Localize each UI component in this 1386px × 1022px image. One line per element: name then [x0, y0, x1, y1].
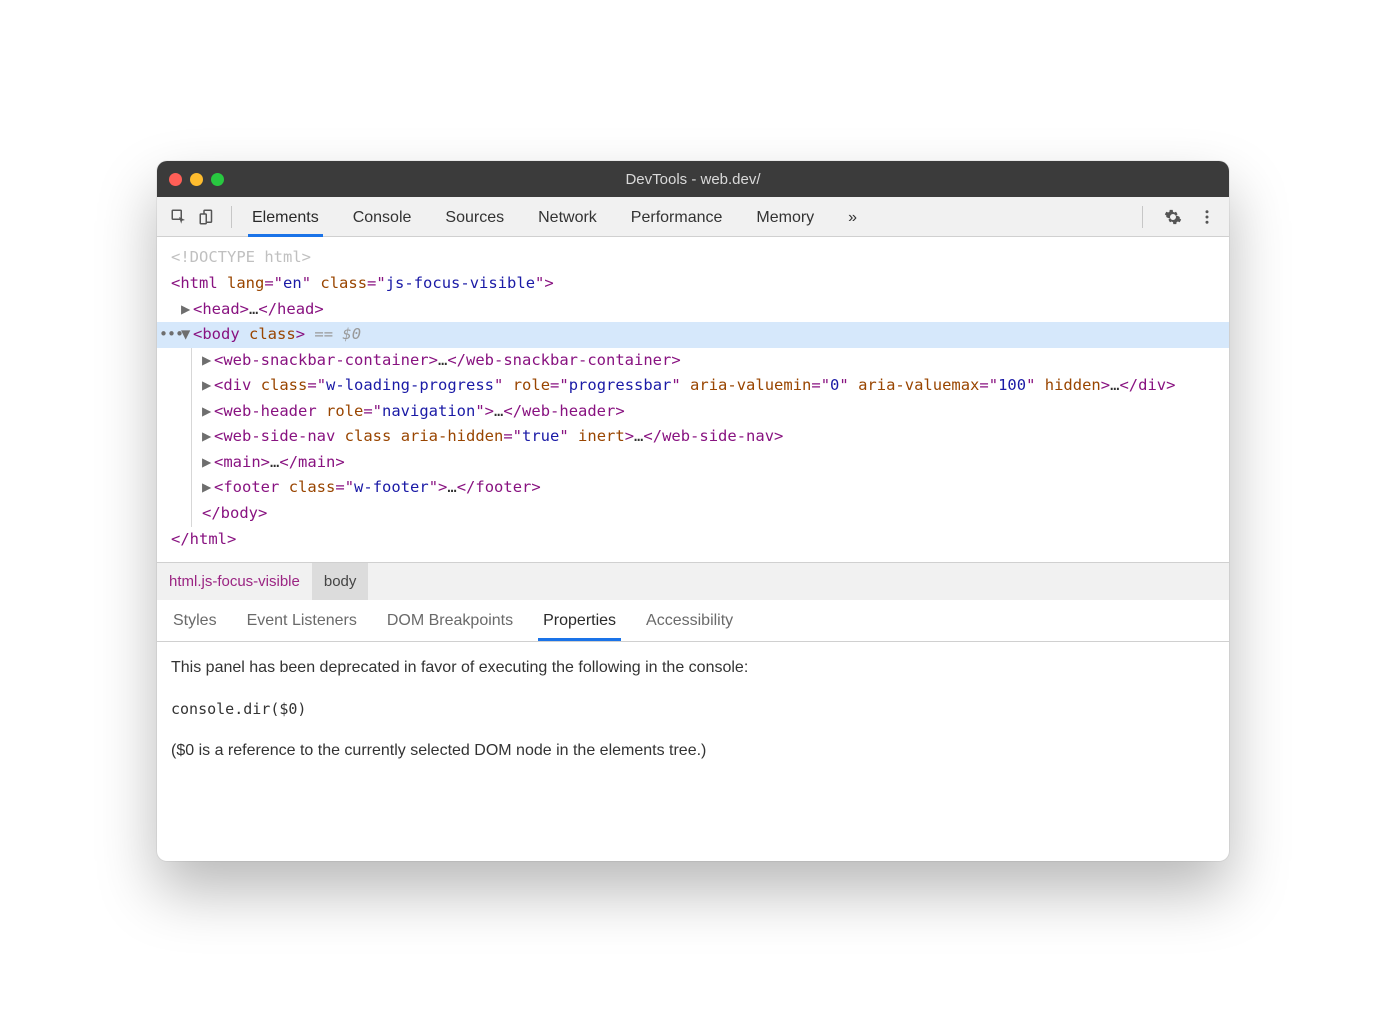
- inspect-element-icon[interactable]: [165, 203, 193, 231]
- dom-head[interactable]: ▶<head>…</head>: [157, 297, 1229, 323]
- deprecation-message-2: ($0 is a reference to the currently sele…: [171, 739, 1215, 763]
- toolbar-divider-right: [1142, 206, 1143, 228]
- tab-elements[interactable]: Elements: [250, 199, 321, 235]
- tab-performance[interactable]: Performance: [629, 199, 725, 235]
- dom-html-close[interactable]: </html>: [157, 527, 1229, 553]
- breadcrumb-body[interactable]: body: [312, 563, 369, 600]
- minimize-window-button[interactable]: [190, 173, 203, 186]
- window-titlebar: DevTools - web.dev/: [157, 161, 1229, 197]
- dom-body-close[interactable]: </body>: [196, 501, 1229, 527]
- tab-memory[interactable]: Memory: [754, 199, 816, 235]
- window-title: DevTools - web.dev/: [625, 171, 760, 188]
- traffic-lights: [169, 173, 224, 186]
- close-window-button[interactable]: [169, 173, 182, 186]
- main-toolbar: Elements Console Sources Network Perform…: [157, 197, 1229, 237]
- dom-body-children: ▶<web-snackbar-container>…</web-snackbar…: [191, 348, 1229, 527]
- subtab-dom-breakpoints[interactable]: DOM Breakpoints: [385, 602, 515, 640]
- dom-body-open[interactable]: •••▼<body class> == $0: [157, 322, 1229, 348]
- deprecation-message-1: This panel has been deprecated in favor …: [171, 656, 1215, 680]
- tab-network[interactable]: Network: [536, 199, 599, 235]
- deprecation-code: console.dir($0): [171, 698, 1215, 721]
- toolbar-right: [1132, 203, 1221, 231]
- subtab-event-listeners[interactable]: Event Listeners: [245, 602, 359, 640]
- tab-sources[interactable]: Sources: [443, 199, 506, 235]
- dom-web-header[interactable]: ▶<web-header role="navigation">…</web-he…: [196, 399, 1229, 425]
- dom-footer[interactable]: ▶<footer class="w-footer">…</footer>: [196, 475, 1229, 501]
- kebab-menu-icon[interactable]: [1193, 203, 1221, 231]
- dom-tree-panel[interactable]: <!DOCTYPE html> <html lang="en" class="j…: [157, 237, 1229, 562]
- devtools-window: DevTools - web.dev/ Elements Console Sou…: [157, 161, 1229, 860]
- dom-doctype[interactable]: <!DOCTYPE html>: [157, 245, 1229, 271]
- device-toolbar-icon[interactable]: [193, 203, 221, 231]
- sidebar-tabs: Styles Event Listeners DOM Breakpoints P…: [157, 600, 1229, 642]
- maximize-window-button[interactable]: [211, 173, 224, 186]
- breadcrumb-html[interactable]: html.js-focus-visible: [157, 563, 312, 600]
- tab-more[interactable]: »: [846, 199, 859, 235]
- selected-line-indicator-icon: •••: [159, 322, 183, 347]
- dom-html-open[interactable]: <html lang="en" class="js-focus-visible"…: [157, 271, 1229, 297]
- subtab-styles[interactable]: Styles: [171, 602, 219, 640]
- subtab-properties[interactable]: Properties: [541, 602, 618, 640]
- gear-icon[interactable]: [1159, 203, 1187, 231]
- properties-panel: This panel has been deprecated in favor …: [157, 642, 1229, 861]
- subtab-accessibility[interactable]: Accessibility: [644, 602, 735, 640]
- tab-console[interactable]: Console: [351, 199, 414, 235]
- breadcrumb: html.js-focus-visible body: [157, 562, 1229, 600]
- dom-loading-div[interactable]: ▶<div class="w-loading-progress" role="p…: [196, 373, 1229, 399]
- dom-web-side-nav[interactable]: ▶<web-side-nav class aria-hidden="true" …: [196, 424, 1229, 450]
- main-tabs: Elements Console Sources Network Perform…: [250, 199, 859, 235]
- dom-snackbar[interactable]: ▶<web-snackbar-container>…</web-snackbar…: [196, 348, 1229, 374]
- toolbar-divider: [231, 206, 232, 228]
- dom-main[interactable]: ▶<main>…</main>: [196, 450, 1229, 476]
